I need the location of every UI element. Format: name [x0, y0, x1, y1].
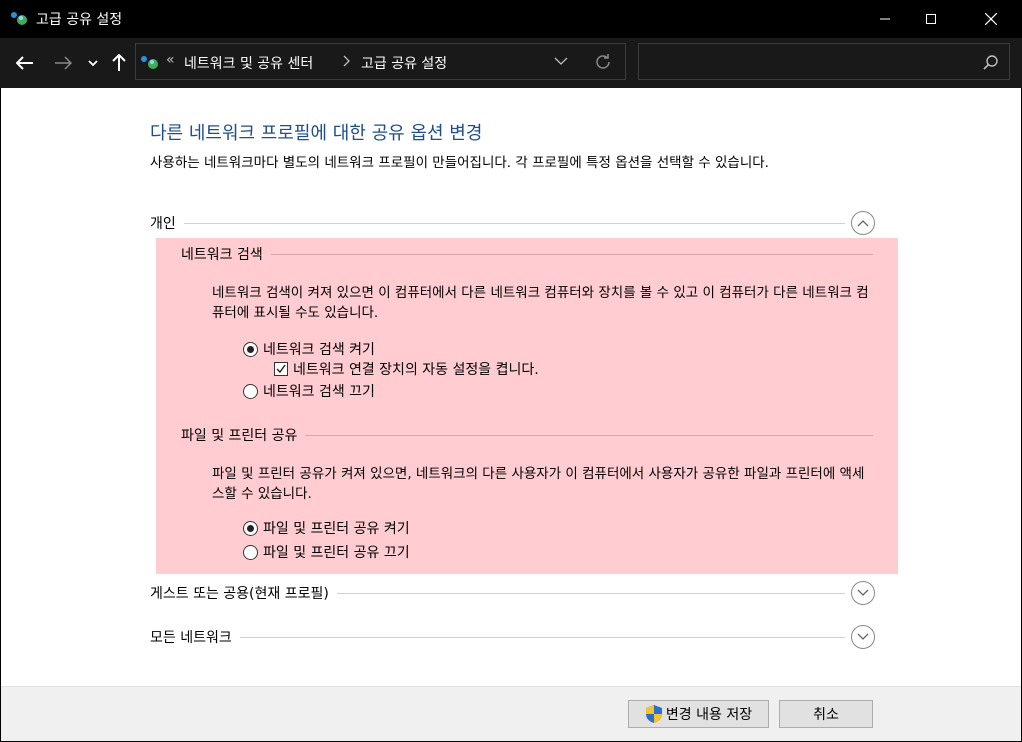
- uac-shield-icon: [645, 705, 662, 723]
- close-icon: [985, 13, 997, 25]
- recent-locations-button[interactable]: [84, 50, 102, 76]
- divider: [150, 637, 845, 638]
- radio-selected-dot: [247, 524, 254, 532]
- window-title: 고급 공유 설정: [36, 12, 123, 28]
- network-discovery-on-label[interactable]: 네트워크 검색 켜기: [263, 339, 375, 359]
- expand-button[interactable]: [851, 581, 875, 605]
- arrow-up-icon: [112, 54, 126, 71]
- cancel-label: 취소: [813, 707, 839, 723]
- page-description: 사용하는 네트워크마다 별도의 네트워크 프로필이 만들어집니다. 각 프로필에…: [150, 155, 769, 171]
- save-changes-button[interactable]: 변경 내용 저장: [628, 700, 769, 728]
- network-icon: [11, 12, 27, 25]
- content-area: 다른 네트워크 프로필에 대한 공유 옵션 변경 사용하는 네트워크마다 별도의…: [1, 88, 1021, 686]
- section-guest-header[interactable]: 게스트 또는 공용(현재 프로필): [150, 581, 875, 607]
- breadcrumb-network-sharing-center[interactable]: 네트워크 및 공유 센터: [184, 53, 313, 73]
- file-printer-sharing-label: 파일 및 프린터 공유: [181, 425, 306, 445]
- file-printer-sharing-off-label[interactable]: 파일 및 프린터 공유 끄기: [263, 542, 410, 562]
- arrow-left-icon: [16, 56, 33, 70]
- expand-button[interactable]: [851, 625, 875, 649]
- navigation-bar: « 네트워크 및 공유 센터 고급 공유 설정: [0, 38, 1022, 88]
- chevron-right-icon[interactable]: [342, 55, 350, 67]
- auto-setup-option[interactable]: 네트워크 연결 장치의 자동 설정을 켭니다.: [274, 359, 539, 379]
- search-icon: [983, 55, 998, 70]
- minimize-button[interactable]: [862, 0, 908, 38]
- divider: [181, 254, 873, 255]
- search-input[interactable]: [638, 43, 1010, 80]
- network-discovery-off-option[interactable]: 네트워크 검색 끄기: [243, 381, 375, 401]
- chevron-up-icon: [857, 220, 869, 227]
- radio-button[interactable]: [243, 341, 258, 357]
- chevron-down-icon: [857, 633, 869, 640]
- page-title: 다른 네트워크 프로필에 대한 공유 옵션 변경: [150, 123, 483, 144]
- breadcrumb-advanced-sharing[interactable]: 고급 공유 설정: [361, 53, 447, 73]
- close-button[interactable]: [968, 0, 1014, 38]
- cancel-button[interactable]: 취소: [779, 700, 873, 728]
- address-bar[interactable]: « 네트워크 및 공유 센터 고급 공유 설정: [135, 43, 626, 80]
- forward-button[interactable]: [50, 50, 76, 76]
- radio-selected-dot: [247, 345, 254, 353]
- footer-bar: 변경 내용 저장 취소: [1, 686, 1021, 741]
- section-all-networks-label: 모든 네트워크: [150, 627, 240, 647]
- network-discovery-off-label[interactable]: 네트워크 검색 끄기: [263, 381, 375, 401]
- section-private-label: 개인: [150, 213, 184, 233]
- network-icon: [141, 56, 158, 69]
- network-discovery-label: 네트워크 검색: [181, 244, 271, 264]
- chevron-down-icon: [88, 60, 98, 67]
- network-discovery-on-option[interactable]: 네트워크 검색 켜기: [243, 339, 375, 359]
- save-changes-label: 변경 내용 저장: [665, 707, 753, 723]
- section-private-header[interactable]: 개인: [150, 211, 875, 237]
- refresh-icon[interactable]: [594, 53, 612, 71]
- file-printer-sharing-header: 파일 및 프린터 공유: [181, 425, 873, 445]
- file-printer-sharing-off-option[interactable]: 파일 및 프린터 공유 끄기: [243, 542, 410, 562]
- auto-setup-label[interactable]: 네트워크 연결 장치의 자동 설정을 켭니다.: [293, 359, 539, 379]
- chevron-down-icon: [857, 589, 869, 596]
- file-printer-sharing-description: 파일 및 프린터 공유가 켜져 있으면, 네트워크의 다른 사용자가 이 컴퓨터…: [212, 466, 865, 502]
- network-discovery-description: 네트워크 검색이 켜져 있으면 이 컴퓨터에서 다른 네트워크 컴퓨터와 장치를…: [212, 285, 869, 321]
- radio-button[interactable]: [243, 520, 258, 536]
- radio-button[interactable]: [243, 544, 258, 560]
- checkmark-icon: [276, 364, 286, 374]
- maximize-button[interactable]: [908, 0, 954, 38]
- checkbox[interactable]: [274, 362, 288, 376]
- title-bar: 고급 공유 설정: [0, 0, 1022, 38]
- private-profile-panel: 네트워크 검색 네트워크 검색이 켜져 있으면 이 컴퓨터에서 다른 네트워크 …: [156, 238, 898, 574]
- collapse-button[interactable]: [851, 211, 875, 235]
- maximize-icon: [926, 14, 936, 24]
- radio-button[interactable]: [243, 383, 258, 399]
- arrow-right-icon: [55, 56, 72, 70]
- section-all-networks-header[interactable]: 모든 네트워크: [150, 625, 875, 651]
- minimize-icon: [880, 18, 890, 20]
- chevron-down-icon[interactable]: [554, 56, 568, 66]
- up-button[interactable]: [108, 50, 130, 76]
- network-discovery-header: 네트워크 검색: [181, 244, 873, 264]
- divider: [150, 223, 845, 224]
- section-guest-label: 게스트 또는 공용(현재 프로필): [150, 583, 337, 603]
- file-printer-sharing-on-label[interactable]: 파일 및 프린터 공유 켜기: [263, 518, 410, 538]
- file-printer-sharing-on-option[interactable]: 파일 및 프린터 공유 켜기: [243, 518, 410, 538]
- back-button[interactable]: [12, 50, 38, 76]
- breadcrumb-overflow[interactable]: «: [166, 52, 175, 68]
